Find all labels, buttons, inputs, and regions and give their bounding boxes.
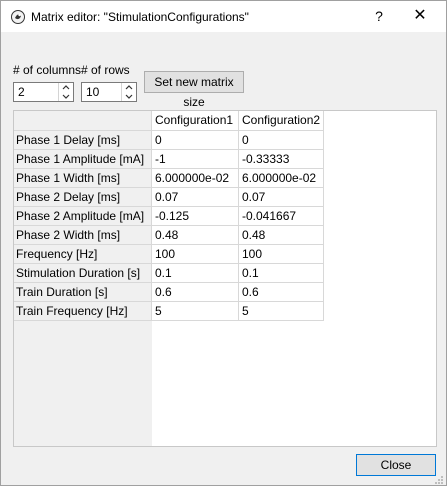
table-cell[interactable]: 6.000000e-02 (152, 169, 239, 188)
set-matrix-size-button[interactable]: Set new matrix size (144, 71, 244, 109)
table-cell[interactable]: -0.125 (152, 207, 239, 226)
table-cell[interactable]: 0.6 (152, 283, 239, 302)
chevron-up-icon (125, 85, 133, 90)
table-cell[interactable]: 0.48 (239, 226, 324, 245)
matrix-table: Configuration1 Configuration2 Phase 1 Dela… (13, 110, 437, 447)
row-header[interactable]: Train Frequency [Hz] (14, 302, 152, 321)
window-close-button[interactable]: ✕ (406, 2, 434, 30)
row-header[interactable]: Phase 2 Delay [ms] (14, 188, 152, 207)
table-cell[interactable]: 0 (239, 131, 324, 150)
rows-label: # of rows (81, 63, 130, 77)
table-cell[interactable]: -1 (152, 150, 239, 169)
matrix-editor-dialog: Matrix editor: "StimulationConfiguration… (0, 0, 447, 486)
table-cell[interactable]: -0.041667 (239, 207, 324, 226)
columns-decrement-button[interactable] (58, 92, 73, 101)
row-header[interactable]: Phase 2 Width [ms] (14, 226, 152, 245)
row-header[interactable]: Phase 2 Amplitude [mA] (14, 207, 152, 226)
chevron-down-icon (62, 94, 70, 99)
chevron-down-icon (125, 94, 133, 99)
rows-decrement-button[interactable] (121, 92, 136, 101)
rows-value: 10 (86, 85, 100, 99)
table-cell[interactable]: 5 (152, 302, 239, 321)
columns-increment-button[interactable] (58, 83, 73, 92)
columns-value: 2 (18, 85, 25, 99)
columns-label: # of columns (13, 63, 82, 77)
table-cell[interactable]: 6.000000e-02 (239, 169, 324, 188)
table-cell[interactable]: 0.07 (152, 188, 239, 207)
row-header[interactable]: Phase 1 Delay [ms] (14, 131, 152, 150)
table-cell[interactable]: 0.07 (239, 188, 324, 207)
row-header[interactable]: Stimulation Duration [s] (14, 264, 152, 283)
column-header[interactable]: Configuration2 (239, 111, 324, 131)
column-header[interactable]: Configuration1 (152, 111, 239, 131)
title-bar: Matrix editor: "StimulationConfiguration… (1, 1, 446, 32)
chevron-up-icon (62, 85, 70, 90)
columns-spinbox[interactable]: 2 (13, 82, 74, 102)
rows-increment-button[interactable] (121, 83, 136, 92)
window-title: Matrix editor: "StimulationConfiguration… (31, 10, 249, 24)
help-button[interactable]: ? (365, 2, 393, 30)
row-header[interactable]: Phase 1 Width [ms] (14, 169, 152, 188)
row-header[interactable]: Phase 1 Amplitude [mA] (14, 150, 152, 169)
table-corner[interactable] (14, 111, 152, 131)
table-cell[interactable]: 0.1 (152, 264, 239, 283)
table-cell[interactable]: 0.48 (152, 226, 239, 245)
table-cell[interactable]: -0.33333 (239, 150, 324, 169)
row-header[interactable]: Frequency [Hz] (14, 245, 152, 264)
app-icon (10, 9, 26, 25)
table-cell[interactable]: 0.6 (239, 283, 324, 302)
resize-grip-icon[interactable] (434, 475, 444, 485)
table-cell[interactable]: 0 (152, 131, 239, 150)
row-header[interactable]: Train Duration [s] (14, 283, 152, 302)
table-cell[interactable]: 0.1 (239, 264, 324, 283)
table-cell[interactable]: 100 (239, 245, 324, 264)
table-cell[interactable]: 100 (152, 245, 239, 264)
rows-spinbox[interactable]: 10 (81, 82, 137, 102)
table-cell[interactable]: 5 (239, 302, 324, 321)
close-button[interactable]: Close (356, 454, 436, 476)
